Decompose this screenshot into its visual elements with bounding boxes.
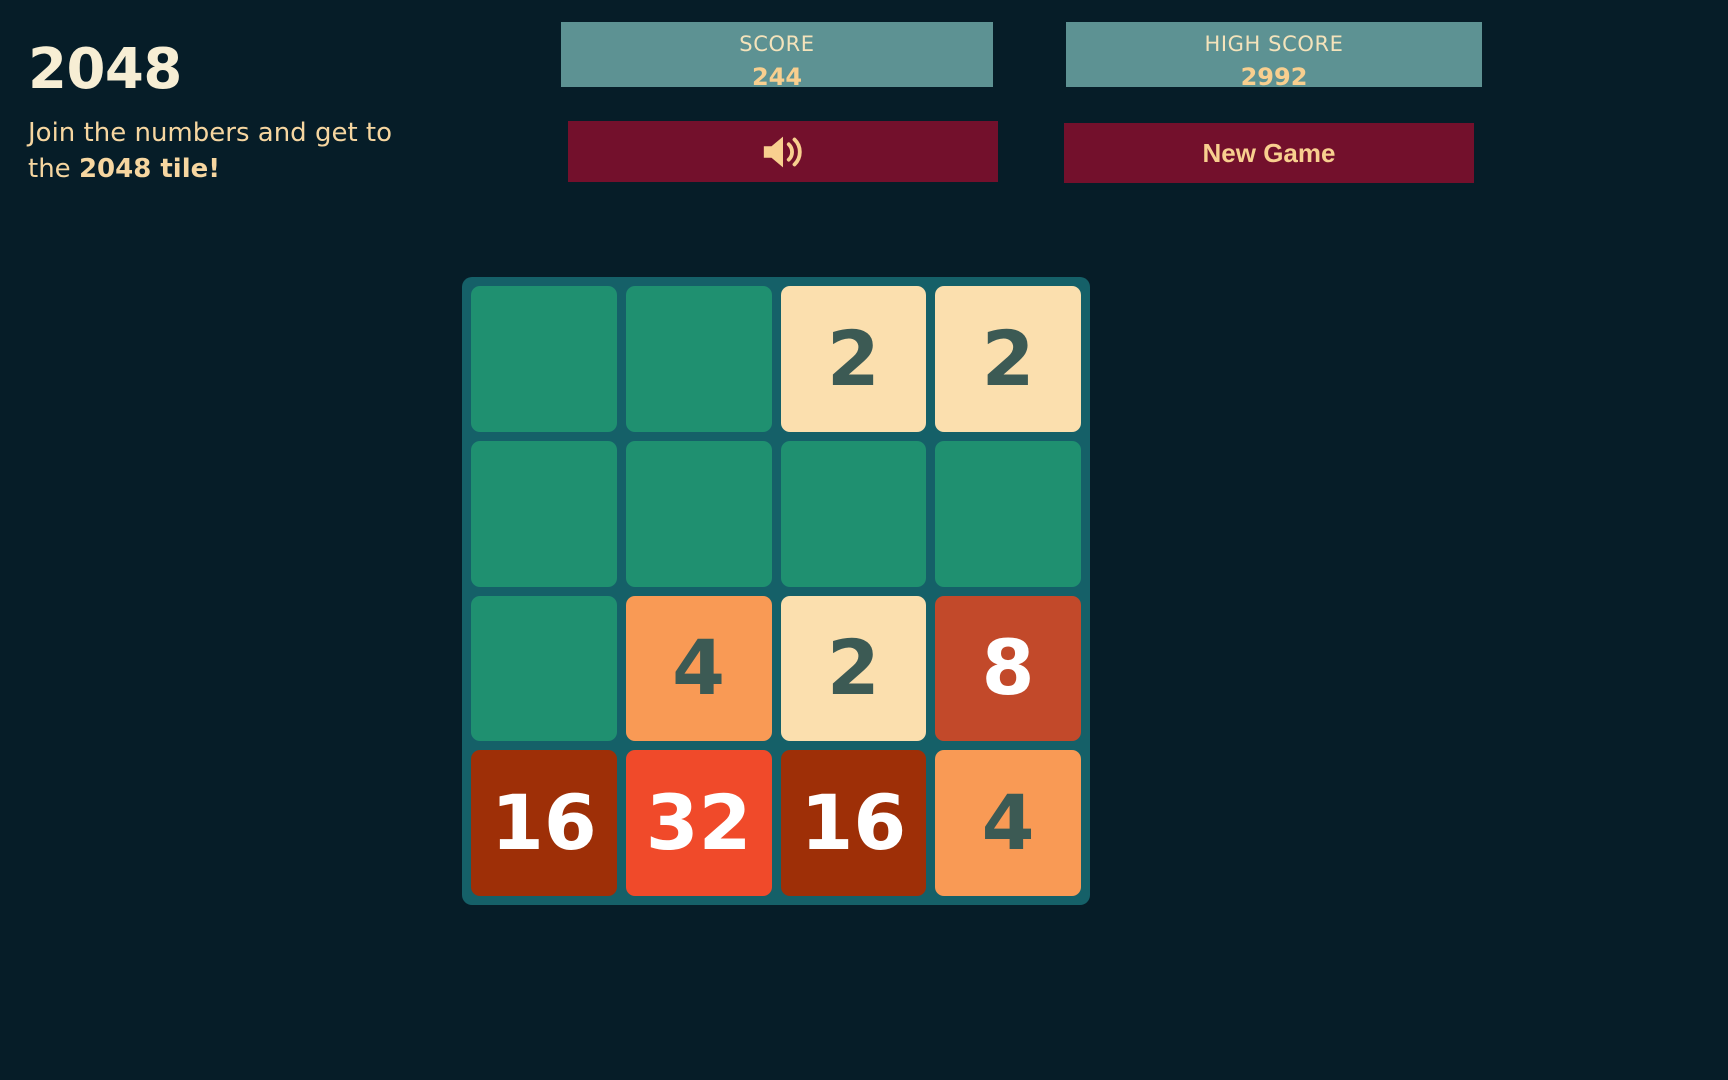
board-cell-empty [471,286,617,432]
board-tile-16: 16 [780,750,927,896]
tile-value: 4 [981,778,1035,868]
speaker-on-icon [760,132,806,172]
score-label: SCORE [739,32,815,56]
tile-value: 2 [826,313,880,403]
board-tile-2: 2 [780,595,927,742]
tile-value: 8 [981,623,1035,713]
high-score-label: HIGH SCORE [1204,32,1344,56]
board-cell-empty [471,595,617,742]
new-game-button-label: New Game [1202,138,1336,168]
game-intro-strong: 2048 tile! [78,153,221,184]
sound-toggle-button[interactable] [568,121,998,182]
board-tile-2: 2 [780,286,927,432]
tile-value: 2 [826,623,880,713]
high-score-value: 2992 [1240,63,1308,87]
page-title: 2048 [28,37,182,102]
tile-value: 2 [981,313,1035,403]
game-board[interactable]: 2 2 4 2 8 16 32 16 4 [462,277,1090,905]
tile-value: 32 [645,778,752,868]
score-box: SCORE 244 [561,22,993,87]
board-tile-4: 4 [625,595,772,742]
board-tile-4: 4 [935,750,1081,896]
tile-value: 4 [672,623,726,713]
score-value: 244 [751,63,803,87]
game-header: 2048 Join the numbers and get to the 204… [0,0,1728,230]
new-game-button[interactable]: New Game [1064,123,1474,183]
tile-value: 16 [800,778,907,868]
board-tile-32: 32 [625,750,772,896]
board-cell-empty [780,440,927,587]
board-cell-empty [471,440,617,587]
board-cell-empty [625,440,772,587]
tile-value: 16 [490,778,597,868]
game-intro-text: Join the numbers and get to the 2048 til… [28,116,428,188]
board-tile-16: 16 [471,750,617,896]
board-tile-8: 8 [935,595,1081,742]
high-score-box: HIGH SCORE 2992 [1066,22,1482,87]
title-block: 2048 Join the numbers and get to the 204… [28,42,508,188]
board-cell-empty [935,440,1081,587]
board-tile-2: 2 [935,286,1081,432]
board-cell-empty [625,286,772,432]
